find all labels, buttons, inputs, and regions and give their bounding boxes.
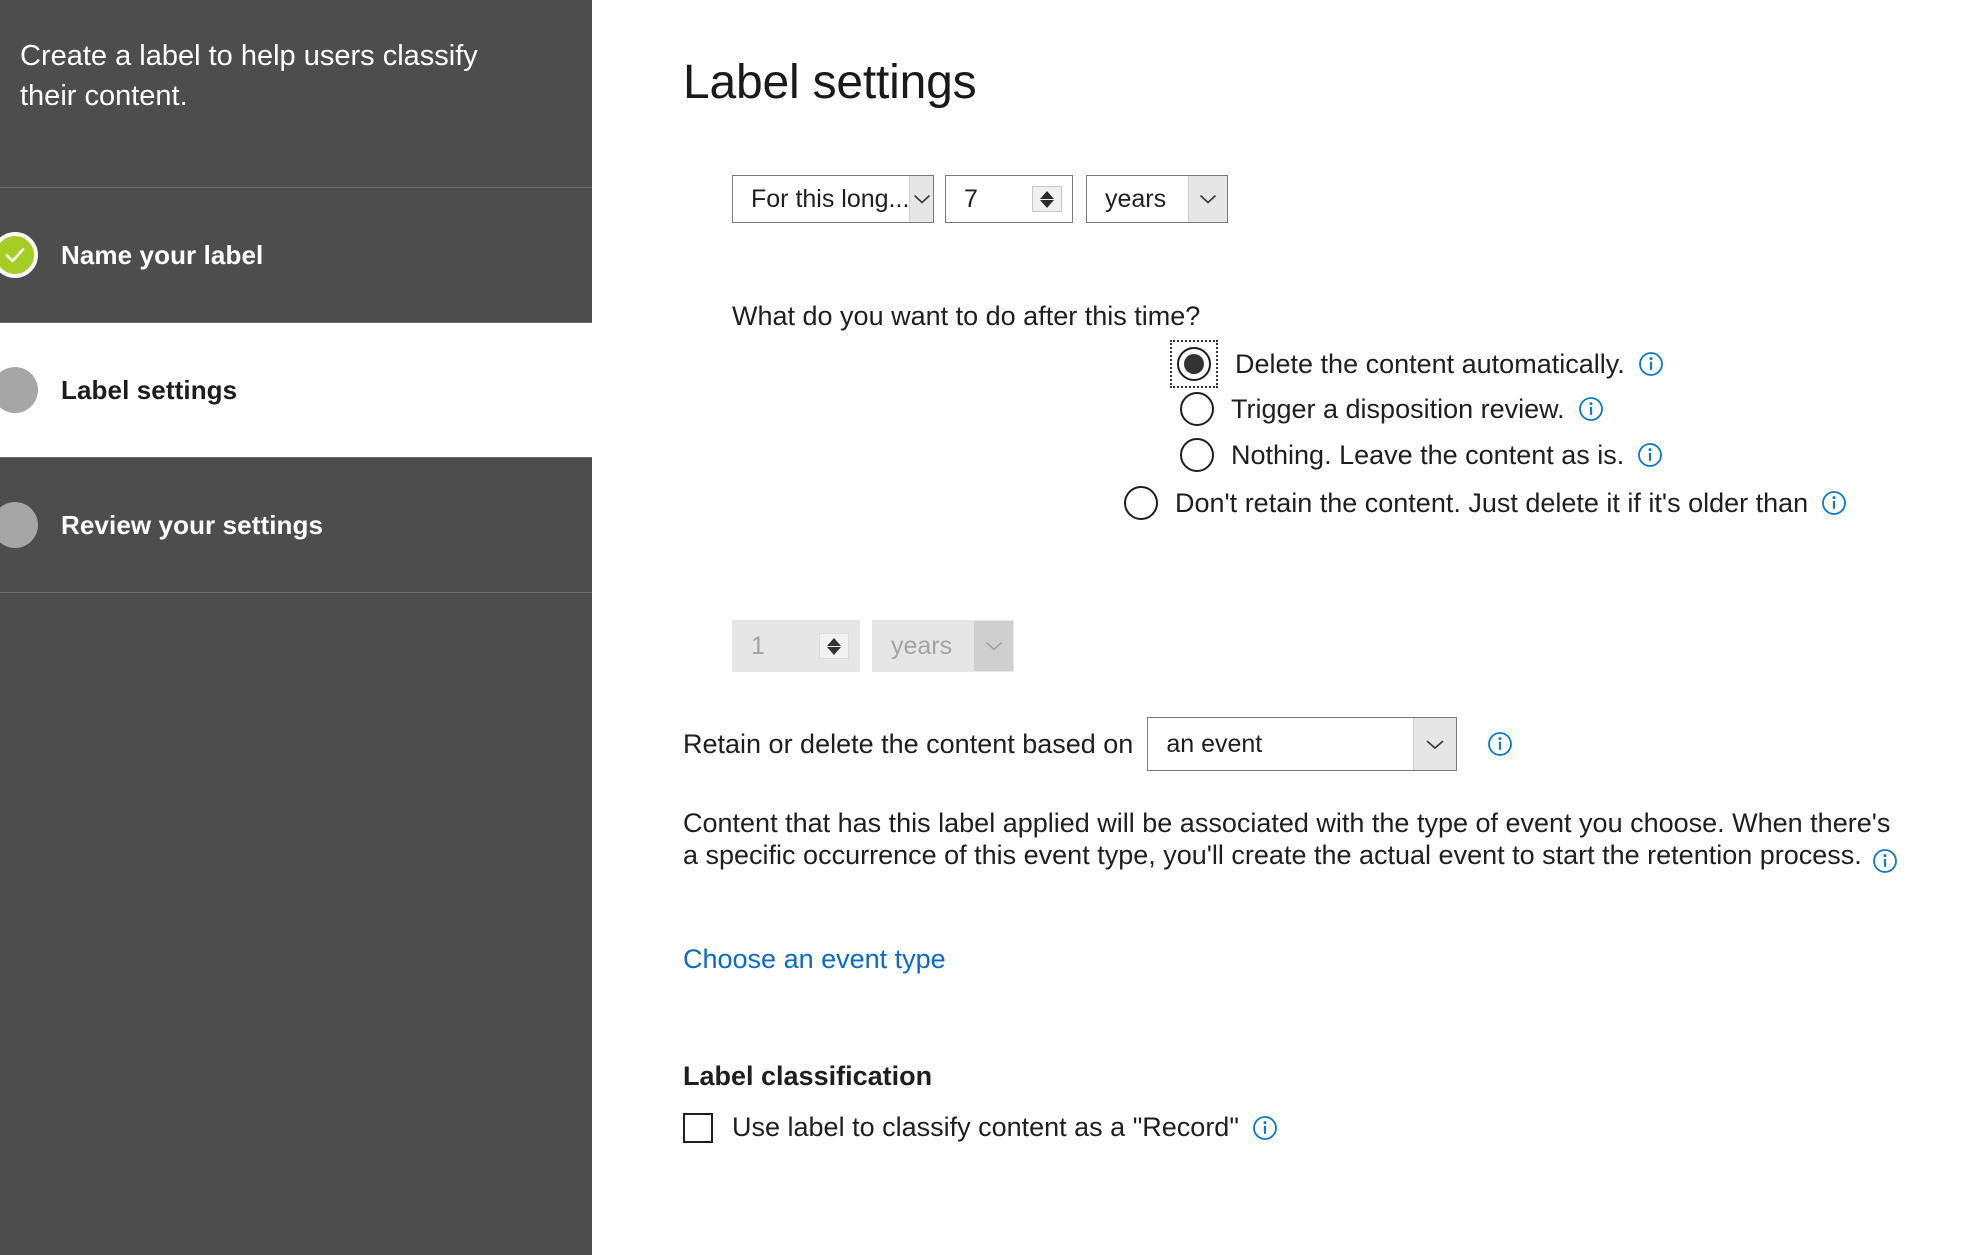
info-icon[interactable] [1821,490,1847,516]
chevron-down-icon [1188,176,1227,222]
step-marker-active [0,367,38,413]
after-time-question-label: What do you want to do after this time? [732,301,1200,332]
radio-button[interactable] [1124,486,1158,520]
event-description-paragraph: Content that has this label applied will… [683,808,1898,872]
wizard-intro-text: Create a label to help users classify th… [0,0,592,187]
step-dot-icon [0,367,38,413]
dont-retain-unit-value: years [873,632,974,661]
record-classification-label: Use label to classify content as a "Reco… [732,1112,1239,1143]
info-icon[interactable] [1872,848,1898,874]
step-dot-icon [0,502,38,548]
stepper-down-icon[interactable] [1040,200,1054,208]
info-icon[interactable] [1487,731,1513,757]
event-basis-dropdown[interactable]: an event [1147,717,1457,771]
retention-unit-dropdown[interactable]: years [1086,175,1228,223]
event-basis-label: Retain or delete the content based on [683,729,1133,760]
label-classification-heading: Label classification [683,1061,932,1092]
sidebar-divider [0,592,592,593]
dont-retain-duration-value: 1 [733,632,819,661]
dont-retain-duration-stepper: 1 [732,620,860,672]
chevron-down-icon [974,621,1013,671]
radio-option-label: Trigger a disposition review. [1231,394,1565,425]
focus-outline [1170,340,1218,388]
retention-duration-value: 7 [946,185,1032,214]
radio-option-label: Don't retain the content. Just delete it… [1175,488,1808,519]
step-marker-pending [0,502,38,548]
chevron-down-icon [1413,718,1456,770]
info-icon[interactable] [1638,351,1664,377]
radio-button[interactable] [1180,392,1214,426]
main-content-pane: Label settings For this long... 7 years [592,0,1971,1255]
radio-option-label: Nothing. Leave the content as is. [1231,440,1624,471]
dont-retain-duration-row: 1 years [732,620,1014,672]
sidebar-step-label-settings[interactable]: Label settings [0,323,592,457]
sidebar-step-label: Review your settings [61,510,323,541]
info-icon[interactable] [1637,442,1663,468]
retention-duration-stepper[interactable]: 7 [945,175,1073,223]
event-basis-row: Retain or delete the content based on an… [683,717,1513,771]
stepper-up-icon [827,638,841,646]
sidebar-step-label: Name your label [61,240,263,271]
step-marker-completed [0,232,38,278]
info-icon[interactable] [1578,396,1604,422]
wizard-sidebar: Create a label to help users classify th… [0,0,592,1255]
choose-event-type-link[interactable]: Choose an event type [683,944,946,975]
radio-option-dont-retain[interactable]: Don't retain the content. Just delete it… [1124,486,1847,520]
stepper-arrows-icon [819,633,849,659]
chevron-down-icon [909,176,933,222]
record-classification-checkbox-row[interactable]: Use label to classify content as a "Reco… [683,1112,1278,1143]
radio-option-disposition-review[interactable]: Trigger a disposition review. [1180,392,1604,426]
stepper-down-icon [827,647,841,655]
radio-option-label: Delete the content automatically. [1235,349,1625,380]
sidebar-step-review-your-settings[interactable]: Review your settings [0,458,592,592]
radio-option-leave-as-is[interactable]: Nothing. Leave the content as is. [1180,438,1663,472]
check-circle-icon [0,232,38,278]
stepper-arrows-icon[interactable] [1032,186,1062,212]
retention-mode-dropdown[interactable]: For this long... [732,175,934,223]
retention-duration-row: For this long... 7 years [732,175,1228,225]
record-classification-checkbox[interactable] [683,1113,713,1143]
radio-option-delete-automatically[interactable]: Delete the content automatically. [1170,340,1664,388]
dont-retain-unit-dropdown: years [872,620,1014,672]
radio-button[interactable] [1180,438,1214,472]
sidebar-step-name-your-label[interactable]: Name your label [0,188,592,322]
stepper-up-icon[interactable] [1040,191,1054,199]
retention-mode-value: For this long... [733,185,909,214]
event-description-text: Content that has this label applied will… [683,808,1890,870]
sidebar-step-label: Label settings [61,375,237,406]
event-basis-value: an event [1148,730,1413,759]
retention-unit-value: years [1087,185,1188,214]
radio-button[interactable] [1177,347,1211,381]
info-icon[interactable] [1252,1115,1278,1141]
page-title: Label settings [683,55,976,110]
